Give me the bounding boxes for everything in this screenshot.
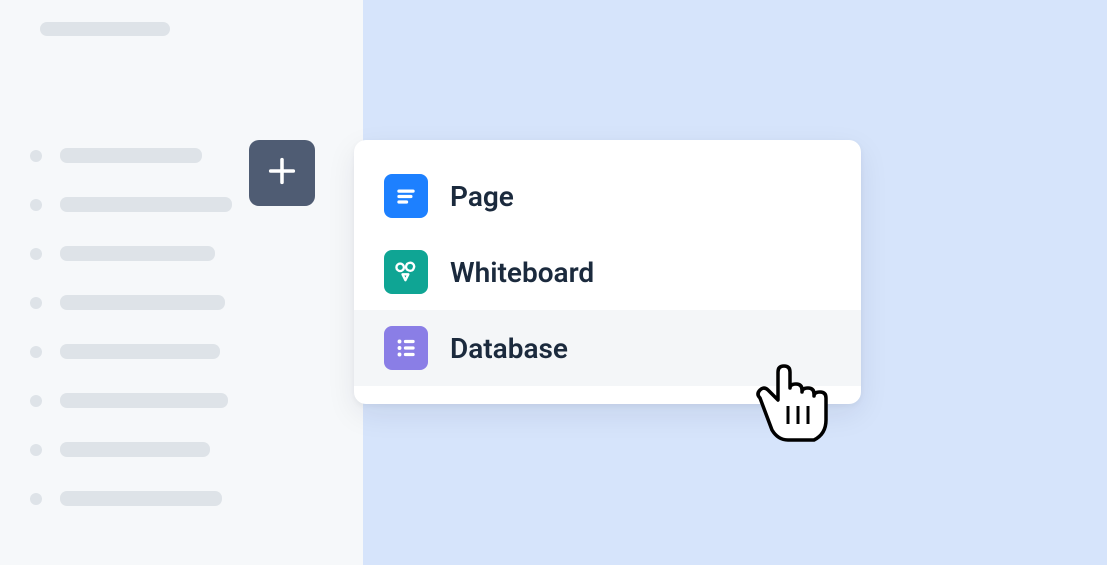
menu-item-database[interactable]: Database [354,310,861,386]
sidebar-item[interactable] [30,491,232,506]
sidebar-item[interactable] [30,148,232,163]
menu-item-label: Page [450,180,514,213]
plus-icon [265,154,299,192]
sidebar [0,0,363,565]
create-menu: Page Whiteboard Database [354,140,861,404]
sidebar-item[interactable] [30,197,232,212]
bullet-icon [30,493,42,505]
page-icon [384,174,428,218]
sidebar-item[interactable] [30,295,232,310]
sidebar-item[interactable] [30,442,232,457]
sidebar-item-placeholder [60,442,210,457]
sidebar-title-placeholder [40,22,170,36]
sidebar-item-placeholder [60,197,232,212]
menu-item-page[interactable]: Page [354,158,861,234]
bullet-icon [30,346,42,358]
sidebar-item[interactable] [30,393,232,408]
sidebar-item[interactable] [30,344,232,359]
sidebar-items-list [30,148,232,540]
database-icon [384,326,428,370]
bullet-icon [30,395,42,407]
sidebar-item-placeholder [60,491,222,506]
bullet-icon [30,297,42,309]
menu-item-label: Database [450,332,568,365]
add-button[interactable] [249,140,315,206]
sidebar-item[interactable] [30,246,232,261]
sidebar-item-placeholder [60,148,202,163]
sidebar-item-placeholder [60,295,225,310]
menu-item-label: Whiteboard [450,256,594,289]
bullet-icon [30,444,42,456]
whiteboard-icon [384,250,428,294]
menu-item-whiteboard[interactable]: Whiteboard [354,234,861,310]
bullet-icon [30,248,42,260]
sidebar-item-placeholder [60,344,220,359]
sidebar-item-placeholder [60,393,228,408]
bullet-icon [30,150,42,162]
sidebar-item-placeholder [60,246,215,261]
bullet-icon [30,199,42,211]
